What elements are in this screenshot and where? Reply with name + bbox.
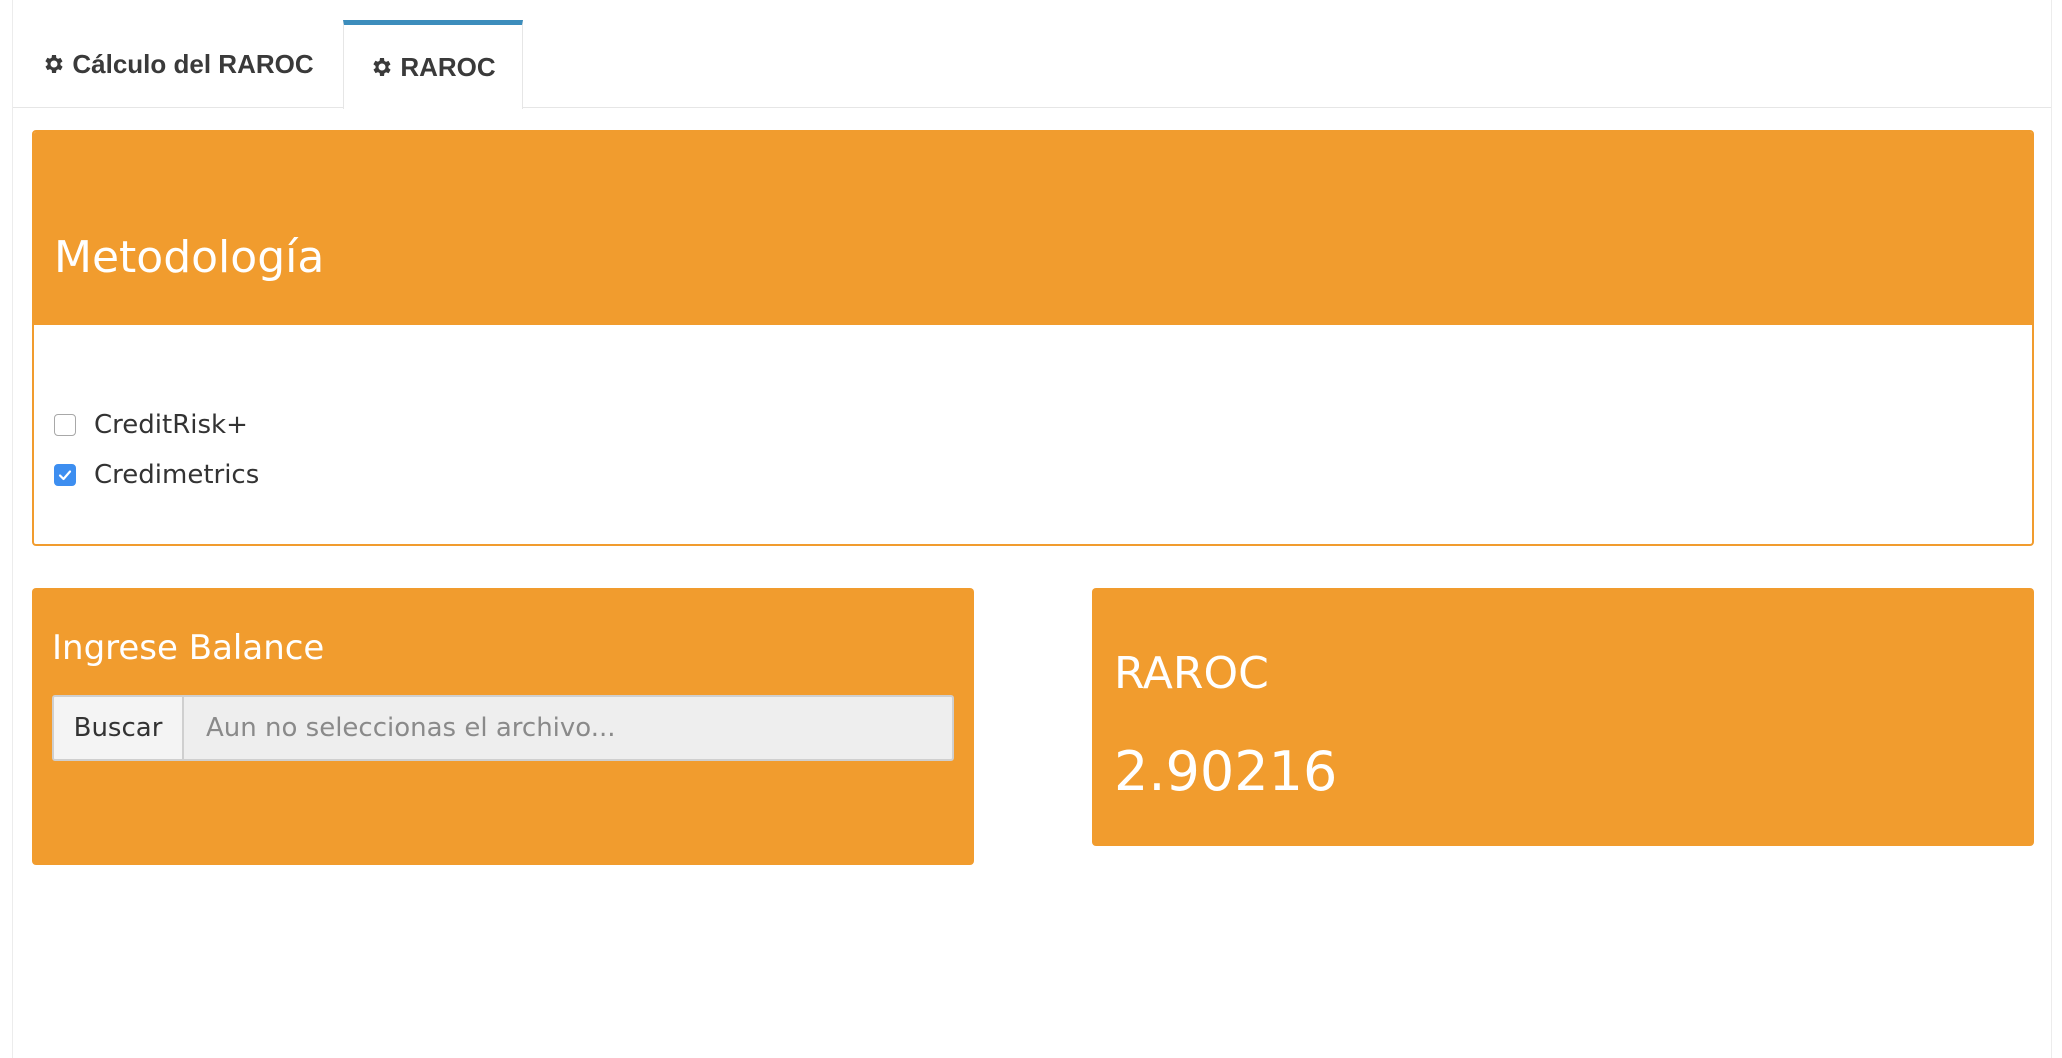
option-label: Credimetrics <box>94 460 260 490</box>
balance-box: Ingrese Balance Buscar Aun no selecciona… <box>32 588 974 865</box>
tab-bar: Cálculo del RAROC RAROC <box>13 20 2051 109</box>
raroc-title: RAROC <box>1114 648 1269 699</box>
checkbox-creditrisk[interactable] <box>54 414 76 436</box>
tab-label: RAROC <box>400 51 496 82</box>
methodology-box: Metodología CreditRisk+ Credimetrics <box>32 130 2034 546</box>
tab-calculo-raroc[interactable]: Cálculo del RAROC <box>13 20 343 108</box>
file-name-field[interactable]: Aun no seleccionas el archivo... <box>184 697 952 759</box>
page: Cálculo del RAROC RAROC Metodología Cred… <box>0 0 2062 1058</box>
balance-title: Ingrese Balance <box>52 628 325 668</box>
checkbox-credimetrics[interactable] <box>54 464 76 486</box>
option-credimetrics[interactable]: Credimetrics <box>54 460 259 490</box>
gear-icon <box>45 55 63 73</box>
raroc-box: RAROC 2.90216 <box>1092 588 2034 846</box>
file-input[interactable]: Buscar Aun no seleccionas el archivo... <box>52 695 954 761</box>
option-creditrisk[interactable]: CreditRisk+ <box>54 410 248 440</box>
tab-label: Cálculo del RAROC <box>72 48 314 79</box>
methodology-header: Metodología <box>34 132 2032 325</box>
checkmark-icon <box>58 470 72 481</box>
browse-button[interactable]: Buscar <box>54 697 184 759</box>
tab-raroc[interactable]: RAROC <box>343 20 523 109</box>
methodology-title: Metodología <box>54 232 325 283</box>
raroc-value: 2.90216 <box>1114 740 1338 803</box>
gear-icon <box>373 58 391 76</box>
option-label: CreditRisk+ <box>94 410 248 440</box>
